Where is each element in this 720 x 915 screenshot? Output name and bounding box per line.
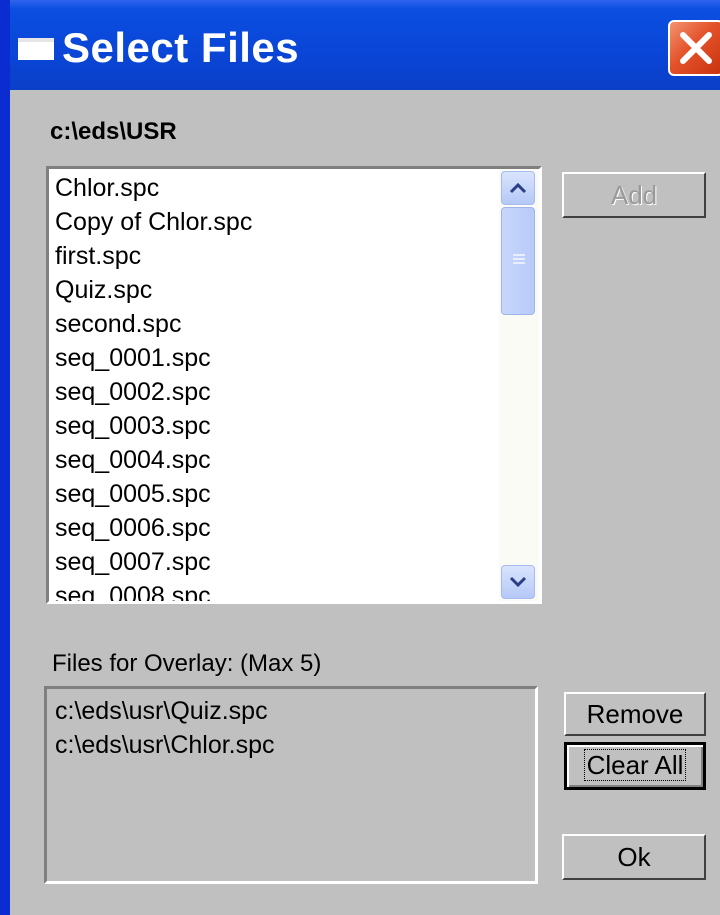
list-item[interactable]: seq_0001.spc (55, 341, 211, 375)
file-list-scrollbar[interactable] (499, 169, 539, 601)
list-item[interactable]: seq_0002.spc (55, 375, 211, 409)
list-item[interactable]: seq_0008.spc (55, 579, 211, 601)
window-menu-icon[interactable] (18, 38, 54, 60)
clear-all-button[interactable]: Clear All (564, 742, 706, 790)
list-item[interactable]: seq_0006.spc (55, 511, 211, 545)
list-item[interactable]: c:\eds\usr\Chlor.spc (55, 729, 275, 761)
list-item[interactable]: Copy of Chlor.spc (55, 205, 252, 239)
list-item[interactable]: seq_0005.spc (55, 477, 211, 511)
list-item[interactable]: seq_0007.spc (55, 545, 211, 579)
file-listbox[interactable]: Chlor.spc Copy of Chlor.spc first.spc Qu… (46, 166, 542, 604)
close-x-icon (680, 32, 712, 64)
current-folder-path: c:\eds\USR (50, 118, 177, 145)
ok-button[interactable]: Ok (562, 834, 706, 880)
list-item[interactable]: c:\eds\usr\Quiz.spc (55, 695, 268, 727)
overlay-files-listbox[interactable]: c:\eds\usr\Quiz.spc c:\eds\usr\Chlor.spc (44, 686, 538, 884)
select-files-dialog: Select Files c:\eds\USR Chlor.spc Copy o… (0, 0, 720, 915)
remove-button[interactable]: Remove (564, 692, 706, 736)
list-item[interactable]: first.spc (55, 239, 141, 273)
add-button[interactable]: Add (562, 172, 706, 218)
list-item[interactable]: Quiz.spc (55, 273, 152, 307)
chevron-down-icon (509, 576, 527, 588)
title-bar[interactable]: Select Files (10, 0, 720, 90)
thumb-grip-icon (513, 254, 525, 256)
list-item[interactable]: Chlor.spc (55, 171, 159, 205)
window-title: Select Files (62, 24, 300, 71)
window-left-border (0, 0, 10, 915)
chevron-up-icon (509, 182, 527, 194)
list-item[interactable]: seq_0004.spc (55, 443, 211, 477)
list-item[interactable]: seq_0003.spc (55, 409, 211, 443)
close-button[interactable] (668, 20, 720, 76)
scroll-thumb[interactable] (501, 207, 535, 315)
scroll-up-button[interactable] (501, 171, 535, 205)
overlay-files-label: Files for Overlay: (Max 5) (52, 650, 322, 677)
list-item[interactable]: second.spc (55, 307, 181, 341)
scroll-down-button[interactable] (501, 565, 535, 599)
clear-all-label: Clear All (583, 749, 687, 781)
